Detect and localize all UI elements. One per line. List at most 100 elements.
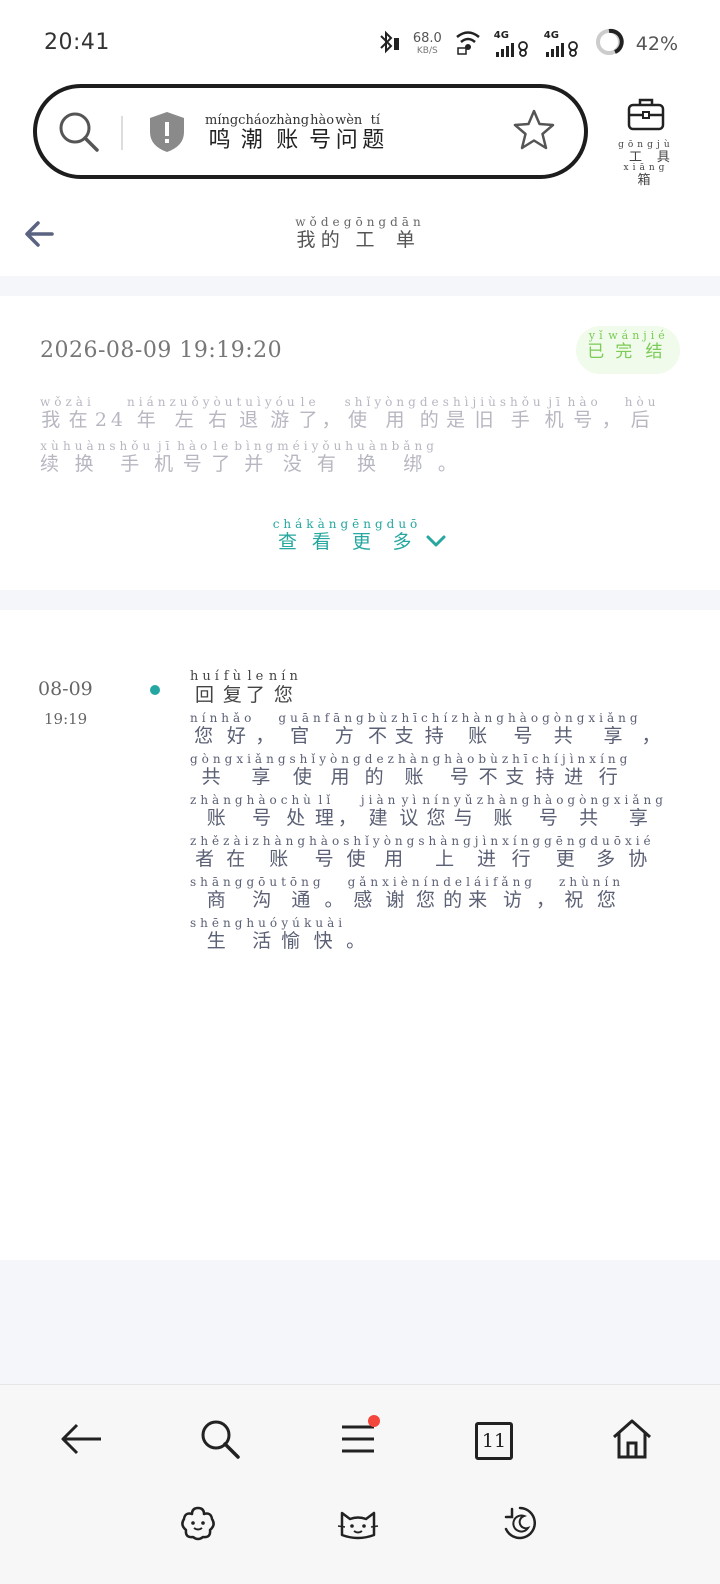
nav-search-button[interactable] — [190, 1411, 250, 1471]
pinyin: gōng — [618, 140, 657, 150]
pinyin: gēng — [544, 834, 591, 848]
hanzi-char: 持chí — [421, 711, 452, 747]
pinyin: hào — [246, 793, 281, 807]
battery-percent: 42% — [635, 33, 678, 55]
pinyin: gòng — [542, 711, 589, 725]
hanzi-char: 结jié — [643, 329, 669, 362]
hanzi-char: 支zhī — [501, 752, 532, 788]
hanzi-char: 没méi — [277, 439, 312, 475]
pinyin: xiāng — [623, 163, 669, 173]
pinyin: wǒ — [295, 215, 321, 229]
search-bar[interactable]: 鸣míng潮cháo账zhàng号hào问wèn题tí — [33, 84, 588, 179]
hanzi-char: 机jī — [154, 439, 178, 475]
pinyin: tí — [362, 113, 389, 128]
status-bar: 20:41 68.0 KB/S 4G 4G 42% — [0, 0, 720, 84]
reply-body: 您nín好hǎo， 官guān方fāng不bù支zhī持chí账zhàng号hà… — [190, 711, 668, 962]
hanzi-char: 换huàn — [63, 439, 110, 475]
pinyin: bù — [367, 711, 392, 725]
pinyin: bǎng — [391, 439, 438, 453]
pinyin: jiàn — [360, 793, 400, 807]
nav-back-button[interactable] — [52, 1411, 112, 1471]
hanzi-char: 商shāng — [190, 875, 247, 911]
pinyin: yòu — [202, 395, 237, 409]
nav-menu-button[interactable] — [328, 1411, 388, 1471]
hanzi-char: 行xíng — [502, 834, 545, 870]
hanzi-char: 快kuài — [304, 916, 347, 952]
tabs-icon: 11 — [475, 1422, 513, 1460]
pinyin: xiǎng — [236, 752, 290, 766]
hanzi-char: 工gōng — [343, 215, 391, 251]
pinyin: shàng — [418, 834, 475, 848]
toolbox-button[interactable]: 工gōng具jù箱xiāng — [606, 96, 686, 188]
pinyin: chá — [272, 517, 307, 531]
hanzi-char: 使shǐ — [343, 834, 373, 870]
page-title: 我wǒ的de工gōng单dān — [0, 215, 720, 252]
search-query[interactable]: 鸣míng潮cháo账zhàng号hào问wèn题tí — [205, 113, 389, 154]
night-mode-button[interactable] — [490, 1495, 550, 1555]
pinyin: de — [419, 395, 443, 409]
pinyin: xiè — [382, 875, 412, 889]
hanzi-char: 账zhàng — [269, 113, 310, 153]
hanzi-char: 查chá — [272, 517, 307, 553]
pinyin — [322, 395, 345, 409]
hanzi-char: 号hào — [246, 793, 281, 829]
pinyin: gēng — [340, 517, 387, 531]
pinyin: duō — [386, 517, 422, 531]
pinyin: guān — [278, 711, 325, 725]
view-more-button[interactable]: 查chá看kàn更gēng多duō — [0, 517, 720, 554]
hanzi-char: 复fù — [222, 669, 246, 706]
toolbox-label: 工gōng具jù箱xiāng — [606, 140, 686, 188]
pinyin — [602, 395, 625, 409]
cat-button[interactable] — [328, 1495, 388, 1555]
pinyin — [338, 793, 361, 807]
hanzi-char: 换huàn — [345, 439, 392, 475]
flower-button[interactable] — [168, 1495, 228, 1555]
pinyin: tuì — [236, 395, 265, 409]
pinyin — [642, 711, 665, 725]
hanzi-char: 看kàn — [306, 517, 341, 553]
pinyin: bìng — [234, 439, 278, 453]
search-icon[interactable] — [57, 110, 101, 158]
pinyin: kuài — [304, 916, 347, 930]
hanzi-char: 用yòng — [374, 395, 420, 431]
menu-icon — [338, 1421, 378, 1461]
hanzi-char: 了le — [245, 669, 269, 706]
hanzi-char: 祝zhù — [559, 875, 593, 911]
pinyin: zài — [223, 834, 253, 848]
flower-icon — [178, 1503, 218, 1547]
bottom-nav: 11 — [0, 1384, 720, 1584]
nav-home-button[interactable] — [602, 1411, 662, 1471]
hanzi-char: 谢xiè — [382, 875, 412, 911]
hanzi-char: 机jī — [544, 395, 568, 431]
pinyin: zhàng — [269, 113, 310, 128]
pinyin: huó — [246, 916, 282, 930]
hanzi-char: 号hào — [567, 395, 602, 431]
tab-count: 11 — [481, 1430, 507, 1452]
hanzi-char: 的de — [320, 215, 344, 251]
pinyin: nín — [190, 711, 222, 725]
pinyin: xíng — [589, 752, 632, 766]
hanzi-char: 享xiǎng — [236, 752, 290, 788]
pinyin: huàn — [63, 439, 110, 453]
hanzi-char: 账zhàng — [476, 793, 534, 829]
pinyin: gōu — [246, 875, 282, 889]
star-icon[interactable] — [512, 108, 556, 156]
status-badge: 已yǐ完wán结jié — [576, 326, 680, 374]
hanzi-char: 您nín — [190, 711, 222, 747]
pinyin — [536, 875, 559, 889]
pinyin: gǎn — [347, 875, 383, 889]
view-more-label: 查chá看kàn更gēng多duō — [272, 517, 422, 554]
hanzi-char: 的de — [419, 395, 443, 431]
nav-tabs-button[interactable]: 11 — [464, 1411, 524, 1471]
pinyin: zài — [65, 395, 95, 409]
hanzi-char: 您nín — [422, 793, 454, 829]
pinyin: zuǒ — [169, 395, 203, 409]
hanzi-char: 问wèn — [335, 113, 363, 153]
ticket-card[interactable]: 2026-08-09 19:19:20 已yǐ完wán结jié 我wǒ在zài2… — [0, 296, 720, 590]
pinyin: nín — [592, 875, 625, 889]
moon-icon — [500, 1503, 540, 1547]
pinyin: hào — [507, 711, 543, 725]
hanzi-char: 了le — [298, 395, 322, 431]
hanzi-char: 24 — [95, 409, 127, 431]
pinyin: le — [298, 395, 322, 409]
